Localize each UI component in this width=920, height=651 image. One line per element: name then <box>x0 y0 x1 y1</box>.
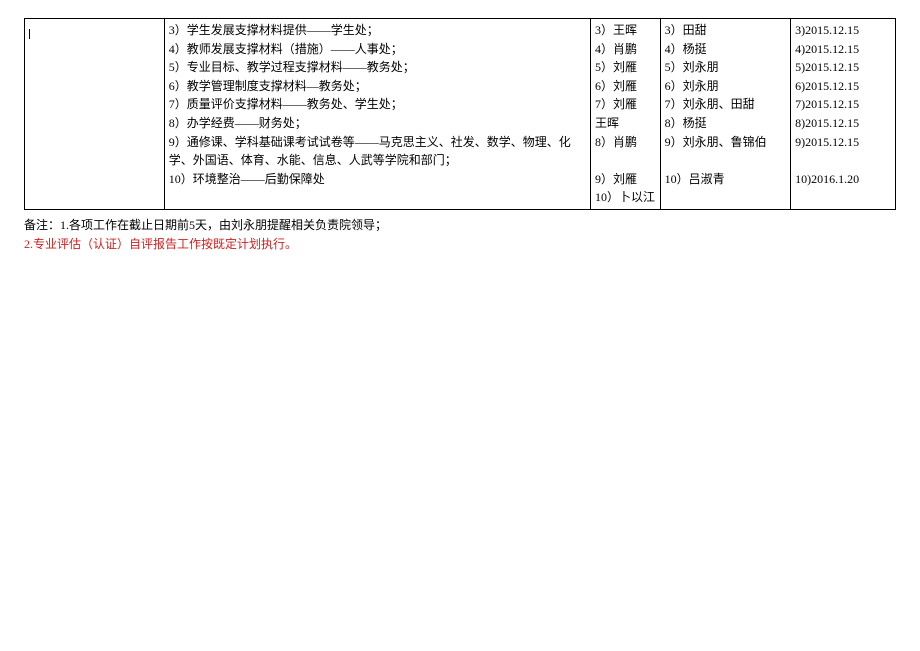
task-item: 4）教师发展支撑材料（措施）――人事处； <box>169 40 586 59</box>
note-line-1: 备注：1.各项工作在截止日期前5天，由刘永朋提醒相关负责院领导； <box>24 216 896 235</box>
work-allocation-table: 3）学生发展支撑材料提供――学生处； 4）教师发展支撑材料（措施）――人事处； … <box>24 18 896 210</box>
date-cell: 6)2015.12.15 <box>795 77 891 96</box>
date-cell: 3)2015.12.15 <box>795 21 891 40</box>
cell-tasks: 3）学生发展支撑材料提供――学生处； 4）教师发展支撑材料（措施）――人事处； … <box>164 19 590 209</box>
cell-dates: 3)2015.12.15 4)2015.12.15 5)2015.12.15 6… <box>791 19 895 209</box>
divider <box>29 29 30 39</box>
task-item: 5）专业目标、教学过程支撑材料――教务处； <box>169 58 586 77</box>
task-item: 3）学生发展支撑材料提供――学生处； <box>169 21 586 40</box>
person-a <box>595 151 656 170</box>
task-item: 8）办学经费――财务处； <box>169 114 586 133</box>
cell-people-b: 3）田甜 4）杨挺 5）刘永朋 6）刘永朋 7）刘永朋、田甜 8）杨挺 9）刘永… <box>660 19 791 209</box>
date-cell: 9)2015.12.15 <box>795 133 891 152</box>
person-a: 4）肖鹏 <box>595 40 656 59</box>
date-cell: 5)2015.12.15 <box>795 58 891 77</box>
person-b: 3）田甜 <box>665 21 787 40</box>
person-a: 3）王晖 <box>595 21 656 40</box>
date-cell: 10)2016.1.20 <box>795 170 891 189</box>
person-b: 5）刘永朋 <box>665 58 787 77</box>
person-a: 10）卜以江 <box>595 188 656 207</box>
task-item: 9）通修课、学科基础课考试试卷等――马克思主义、社发、数学、物理、化学、外国语、… <box>169 133 586 170</box>
person-a: 7）刘雁 <box>595 95 656 114</box>
table-row: 3）学生发展支撑材料提供――学生处； 4）教师发展支撑材料（措施）――人事处； … <box>25 19 895 209</box>
person-a: 9）刘雁 <box>595 170 656 189</box>
date-cell: 7)2015.12.15 <box>795 95 891 114</box>
task-item: 6）教学管理制度支撑材料―教务处； <box>169 77 586 96</box>
person-a: 6）刘雁 <box>595 77 656 96</box>
cell-people-a: 3）王晖 4）肖鹏 5）刘雁 6）刘雁 7）刘雁 王晖 8）肖鹏 9）刘雁 10… <box>590 19 660 209</box>
person-b <box>665 151 787 170</box>
person-a: 王晖 <box>595 114 656 133</box>
person-b: 8）杨挺 <box>665 114 787 133</box>
note-line-2: 2.专业评估（认证）自评报告工作按既定计划执行。 <box>24 235 896 254</box>
cell-blank <box>25 19 164 209</box>
person-b: 10）吕淑青 <box>665 170 787 189</box>
table: 3）学生发展支撑材料提供――学生处； 4）教师发展支撑材料（措施）――人事处； … <box>25 19 895 209</box>
person-b: 9）刘永朋、鲁锦伯 <box>665 133 787 152</box>
task-item: 10）环境整治――后勤保障处 <box>169 170 586 189</box>
person-b <box>665 188 787 207</box>
date-cell: 4)2015.12.15 <box>795 40 891 59</box>
person-b: 7）刘永朋、田甜 <box>665 95 787 114</box>
person-b: 6）刘永朋 <box>665 77 787 96</box>
person-a: 5）刘雁 <box>595 58 656 77</box>
task-item: 7）质量评价支撑材料――教务处、学生处； <box>169 95 586 114</box>
person-b: 4）杨挺 <box>665 40 787 59</box>
person-a: 8）肖鹏 <box>595 133 656 152</box>
date-cell <box>795 151 891 170</box>
footer-notes: 备注：1.各项工作在截止日期前5天，由刘永朋提醒相关负责院领导； 2.专业评估（… <box>24 216 896 254</box>
date-cell: 8)2015.12.15 <box>795 114 891 133</box>
date-cell <box>795 188 891 207</box>
